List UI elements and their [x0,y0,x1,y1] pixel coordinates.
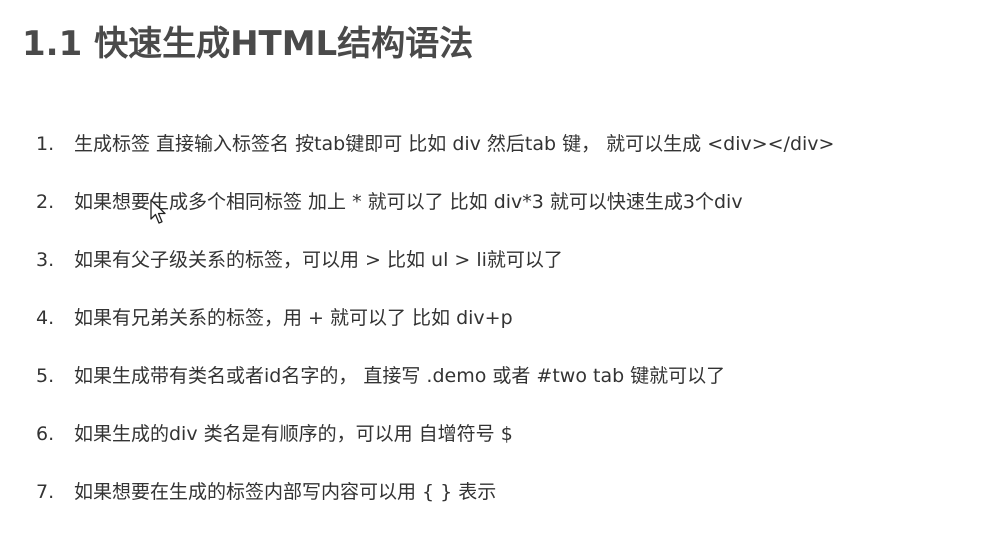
list-item-number: 3. [36,249,55,271]
mouse-pointer-icon [150,199,166,224]
page-title: 1.1 快速生成HTML结构语法 [22,24,474,64]
list-item: 4. 如果有兄弟关系的标签，用 + 就可以了 比如 div+p [36,295,834,353]
list-item: 6. 如果生成的div 类名是有顺序的，可以用 自增符号 $ [36,411,834,469]
list-item-text: 如果想要在生成的标签内部写内容可以用 { } 表示 [74,481,497,503]
list-item-text: 如果想要生成多个相同标签 加上 * 就可以了 比如 div*3 就可以快速生成3… [74,191,743,213]
list-item-number: 5. [36,365,55,387]
list-item-number: 6. [36,423,55,445]
list-item-number: 7. [36,481,55,503]
list-item-text: 如果生成的div 类名是有顺序的，可以用 自增符号 $ [74,423,513,445]
list-item-number: 2. [36,191,55,213]
list-item-text: 生成标签 直接输入标签名 按tab键即可 比如 div 然后tab 键， 就可以… [74,133,835,155]
list-item: 7. 如果想要在生成的标签内部写内容可以用 { } 表示 [36,469,834,527]
list-item: 3. 如果有父子级关系的标签，可以用 > 比如 ul > li就可以了 [36,237,834,295]
list-item-text: 如果有父子级关系的标签，可以用 > 比如 ul > li就可以了 [74,249,563,271]
list-item: 5. 如果生成带有类名或者id名字的， 直接写 .demo 或者 #two ta… [36,353,834,411]
list-item-number: 4. [36,307,55,329]
list-item-number: 1. [36,133,55,155]
syntax-list: 1. 生成标签 直接输入标签名 按tab键即可 比如 div 然后tab 键， … [36,121,834,527]
list-item-text: 如果有兄弟关系的标签，用 + 就可以了 比如 div+p [74,307,513,329]
list-item-text: 如果生成带有类名或者id名字的， 直接写 .demo 或者 #two tab 键… [74,365,726,387]
list-item: 1. 生成标签 直接输入标签名 按tab键即可 比如 div 然后tab 键， … [36,121,834,179]
